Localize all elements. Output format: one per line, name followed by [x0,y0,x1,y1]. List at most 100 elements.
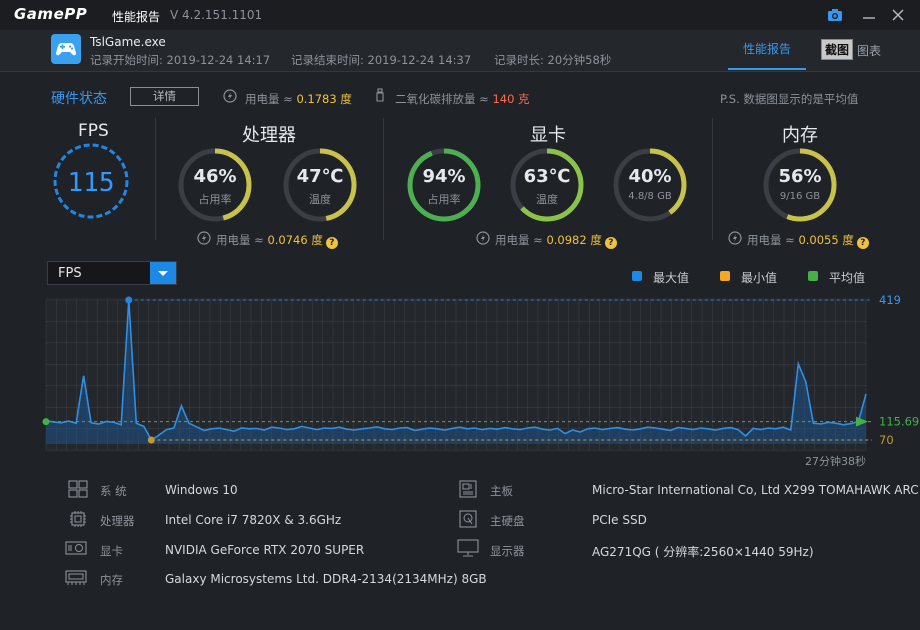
cpu-usage-value: 46% [193,166,237,187]
cpu-power: 用电量 ≈ 0.0746 度? [216,232,338,249]
motherboard-key: 主板 [490,484,513,498]
co2-emission: 二氧化碳排放量 ≈ 140 克 [395,91,530,107]
monitor-key: 显示器 [490,544,525,558]
gpu-temp-label: 温度 [536,193,558,206]
close-icon[interactable] [889,6,907,24]
record-end-time: 记录结束时间: 2019-12-24 14:37 [291,53,472,67]
help-icon[interactable]: ? [856,237,869,249]
cpu-title: 处理器 [242,125,296,146]
power-icon [728,231,742,245]
gpu-value: NVIDIA GeForce RTX 2070 SUPER [165,543,365,557]
monitor-icon [457,539,479,557]
memory-power-label: 用电量 ≈ [747,233,795,247]
cpu-temp-label: 温度 [309,193,331,206]
memory-usage-value: 56% [778,166,822,187]
min-marker [147,436,155,444]
disk-key: 主硬盘 [490,514,525,528]
divider [712,118,713,240]
cpu-power-value: 0.0746 度 [267,233,323,247]
hardware-status-title: 硬件状态 [51,91,107,107]
camera-icon[interactable] [826,6,844,24]
disk-value: PCIe SSD [592,513,647,527]
duration-label: 27分钟38秒 [805,454,866,468]
power-icon [223,89,237,103]
dropdown-arrow[interactable] [150,262,176,284]
gpu-power: 用电量 ≈ 0.0982 度? [495,232,617,249]
minimize-icon[interactable] [860,6,878,24]
max-value-label: 419 [879,293,901,307]
legend-min-label: 最小值 [741,271,778,285]
ram-key: 内存 [100,573,123,587]
gpu-power-value: 0.0982 度 [546,233,602,247]
fps-chart: 419 115.69 70 27分钟38秒 [42,293,919,468]
total-power: 用电量 ≈ 0.1783 度 [245,91,352,107]
legend-max-swatch [632,271,642,281]
motherboard-value: Micro-Star International Co, Ltd X299 TO… [592,483,919,497]
gamepad-icon [51,34,81,64]
title-bar: GamePP 性能报告 V 4.2.151.1101 [0,0,920,30]
ram-icon [65,570,87,585]
gpu-vram-value: 40% [628,166,672,187]
monitor-value: AG271QG ( 分辨率:2560×1440 59Hz) [592,545,814,559]
memory-usage-label: 9/16 GB [779,191,821,202]
version-text: V 4.2.151.1101 [170,8,263,22]
gpu-title: 显卡 [530,125,566,146]
fps-value: 115 [68,168,115,198]
record-start-time: 记录开始时间: 2019-12-24 14:17 [90,53,271,67]
record-duration: 记录时长: 20分钟58秒 [494,53,612,67]
windows-icon [68,480,88,498]
memory-power: 用电量 ≈ 0.0055 度? [747,232,869,249]
total-power-label: 用电量 ≈ [245,92,293,106]
average-note: P.S. 数据图显示的是平均值 [720,92,859,106]
window-title: 性能报告 [112,10,161,24]
gpu-usage-value: 94% [422,166,466,187]
chevron-down-icon [158,271,168,276]
metric-select[interactable]: FPS [47,261,177,285]
tab-chart[interactable]: 图表 [857,42,881,59]
disk-icon [459,510,477,528]
screenshot-tooltip: 截图 [821,39,854,60]
os-value: Windows 10 [165,483,238,497]
min-value-label: 70 [879,433,894,447]
details-button[interactable]: 详情 [130,87,199,106]
legend-min-swatch [720,271,730,281]
help-icon[interactable]: ? [325,237,338,249]
gpu-temp-value: 63℃ [523,166,571,187]
co2-label: 二氧化碳排放量 ≈ [395,92,489,106]
co2-value: 140 克 [492,92,530,106]
cpu-temp-value: 47℃ [296,166,344,187]
gpu-vram-label: 4.8/8 GB [628,191,672,202]
legend-avg-swatch [808,271,818,281]
motherboard-icon [459,480,477,498]
max-marker [125,296,133,304]
fps-title: FPS [78,121,109,141]
help-icon[interactable]: ? [604,237,617,249]
total-power-value: 0.1783 度 [296,92,352,106]
app-logo: GamePP [14,5,88,23]
divider [383,118,384,240]
cpu-value: Intel Core i7 7820X & 3.6GHz [165,513,342,527]
co2-bottle-icon [376,88,384,102]
game-name: TslGame.exe [90,35,166,49]
power-icon [476,231,490,245]
divider [155,118,156,240]
power-icon [197,231,211,245]
os-key: 系 统 [100,484,127,498]
memory-title: 内存 [782,125,818,146]
cpu-key: 处理器 [100,514,135,528]
cpu-usage-label: 占用率 [198,193,232,206]
gpu-usage-label: 占用率 [427,193,461,206]
cpu-icon [70,511,86,527]
memory-power-value: 0.0055 度 [798,233,854,247]
start-marker [42,418,50,426]
avg-value-label: 115.69 [879,415,919,429]
tab-performance-report[interactable]: 性能报告 [728,42,806,70]
gpu-icon [65,541,87,555]
legend-max-label: 最大值 [653,271,690,285]
metric-select-value: FPS [58,266,82,281]
gpu-power-label: 用电量 ≈ [495,233,543,247]
ram-value: Galaxy Microsystems Ltd. DDR4-2134(2134M… [165,572,487,586]
legend-avg-label: 平均值 [829,271,866,285]
gpu-key: 显卡 [100,544,123,558]
cpu-power-label: 用电量 ≈ [216,233,264,247]
